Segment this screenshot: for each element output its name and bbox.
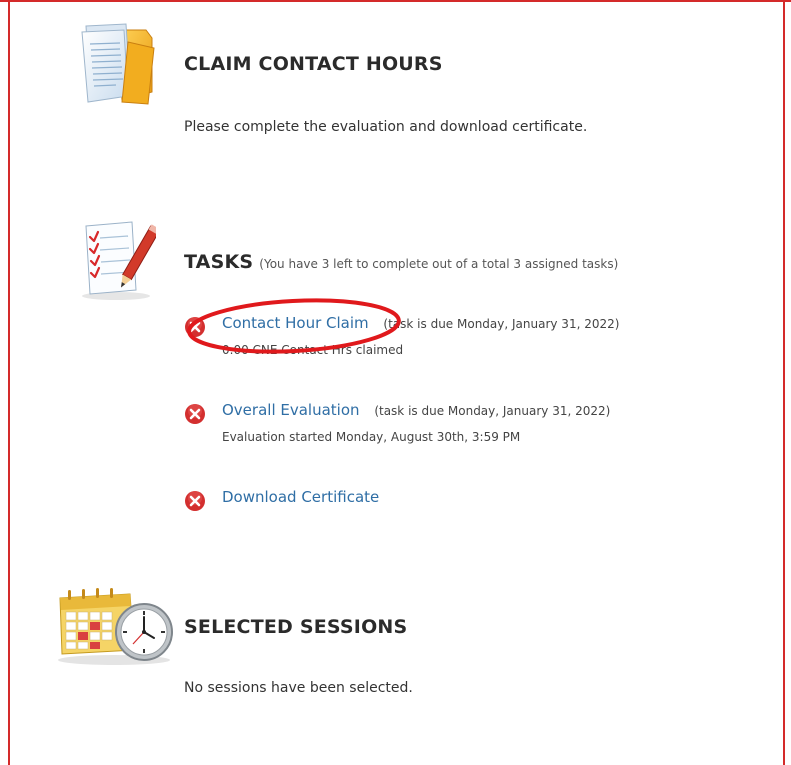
overall-evaluation-link[interactable]: Overall Evaluation (task is due Monday, … bbox=[222, 401, 610, 419]
overall-evaluation-detail: Evaluation started Monday, August 30th, … bbox=[222, 430, 521, 444]
tasks-title: TASKS bbox=[184, 251, 254, 273]
frame-border-right bbox=[783, 0, 785, 765]
download-certificate-label: Download Certificate bbox=[222, 488, 380, 506]
calendar-clock-icon bbox=[58, 588, 173, 665]
frame-border-top bbox=[0, 0, 791, 2]
contact-hour-claim-detail: 0.00 CNE Contact Hrs claimed bbox=[222, 343, 404, 357]
sessions-heading: SELECTED SESSIONS bbox=[184, 616, 408, 638]
claim-message: Please complete the evaluation and downl… bbox=[184, 119, 588, 135]
download-certificate-link[interactable]: Download Certificate bbox=[222, 488, 379, 506]
documents-folder-icon bbox=[81, 23, 155, 105]
frame-border-left bbox=[8, 0, 10, 765]
checklist-pencil-icon bbox=[82, 221, 156, 300]
sessions-message: No sessions have been selected. bbox=[184, 680, 413, 696]
tasks-heading: TASKS (You have 3 left to complete out of… bbox=[184, 251, 618, 273]
incomplete-x-icon bbox=[185, 404, 205, 424]
contact-hour-claim-link[interactable]: Contact Hour Claim (task is due Monday, … bbox=[222, 314, 619, 332]
claim-heading: CLAIM CONTACT HOURS bbox=[184, 53, 443, 75]
tasks-summary: (You have 3 left to complete out of a to… bbox=[259, 257, 619, 271]
contact-hour-claim-due: (task is due Monday, January 31, 2022) bbox=[383, 317, 620, 331]
overall-evaluation-due: (task is due Monday, January 31, 2022) bbox=[374, 404, 611, 418]
incomplete-x-icon bbox=[185, 491, 205, 511]
incomplete-x-icon bbox=[185, 317, 205, 337]
contact-hour-claim-label: Contact Hour Claim bbox=[222, 314, 369, 332]
overall-evaluation-label: Overall Evaluation bbox=[222, 401, 360, 419]
